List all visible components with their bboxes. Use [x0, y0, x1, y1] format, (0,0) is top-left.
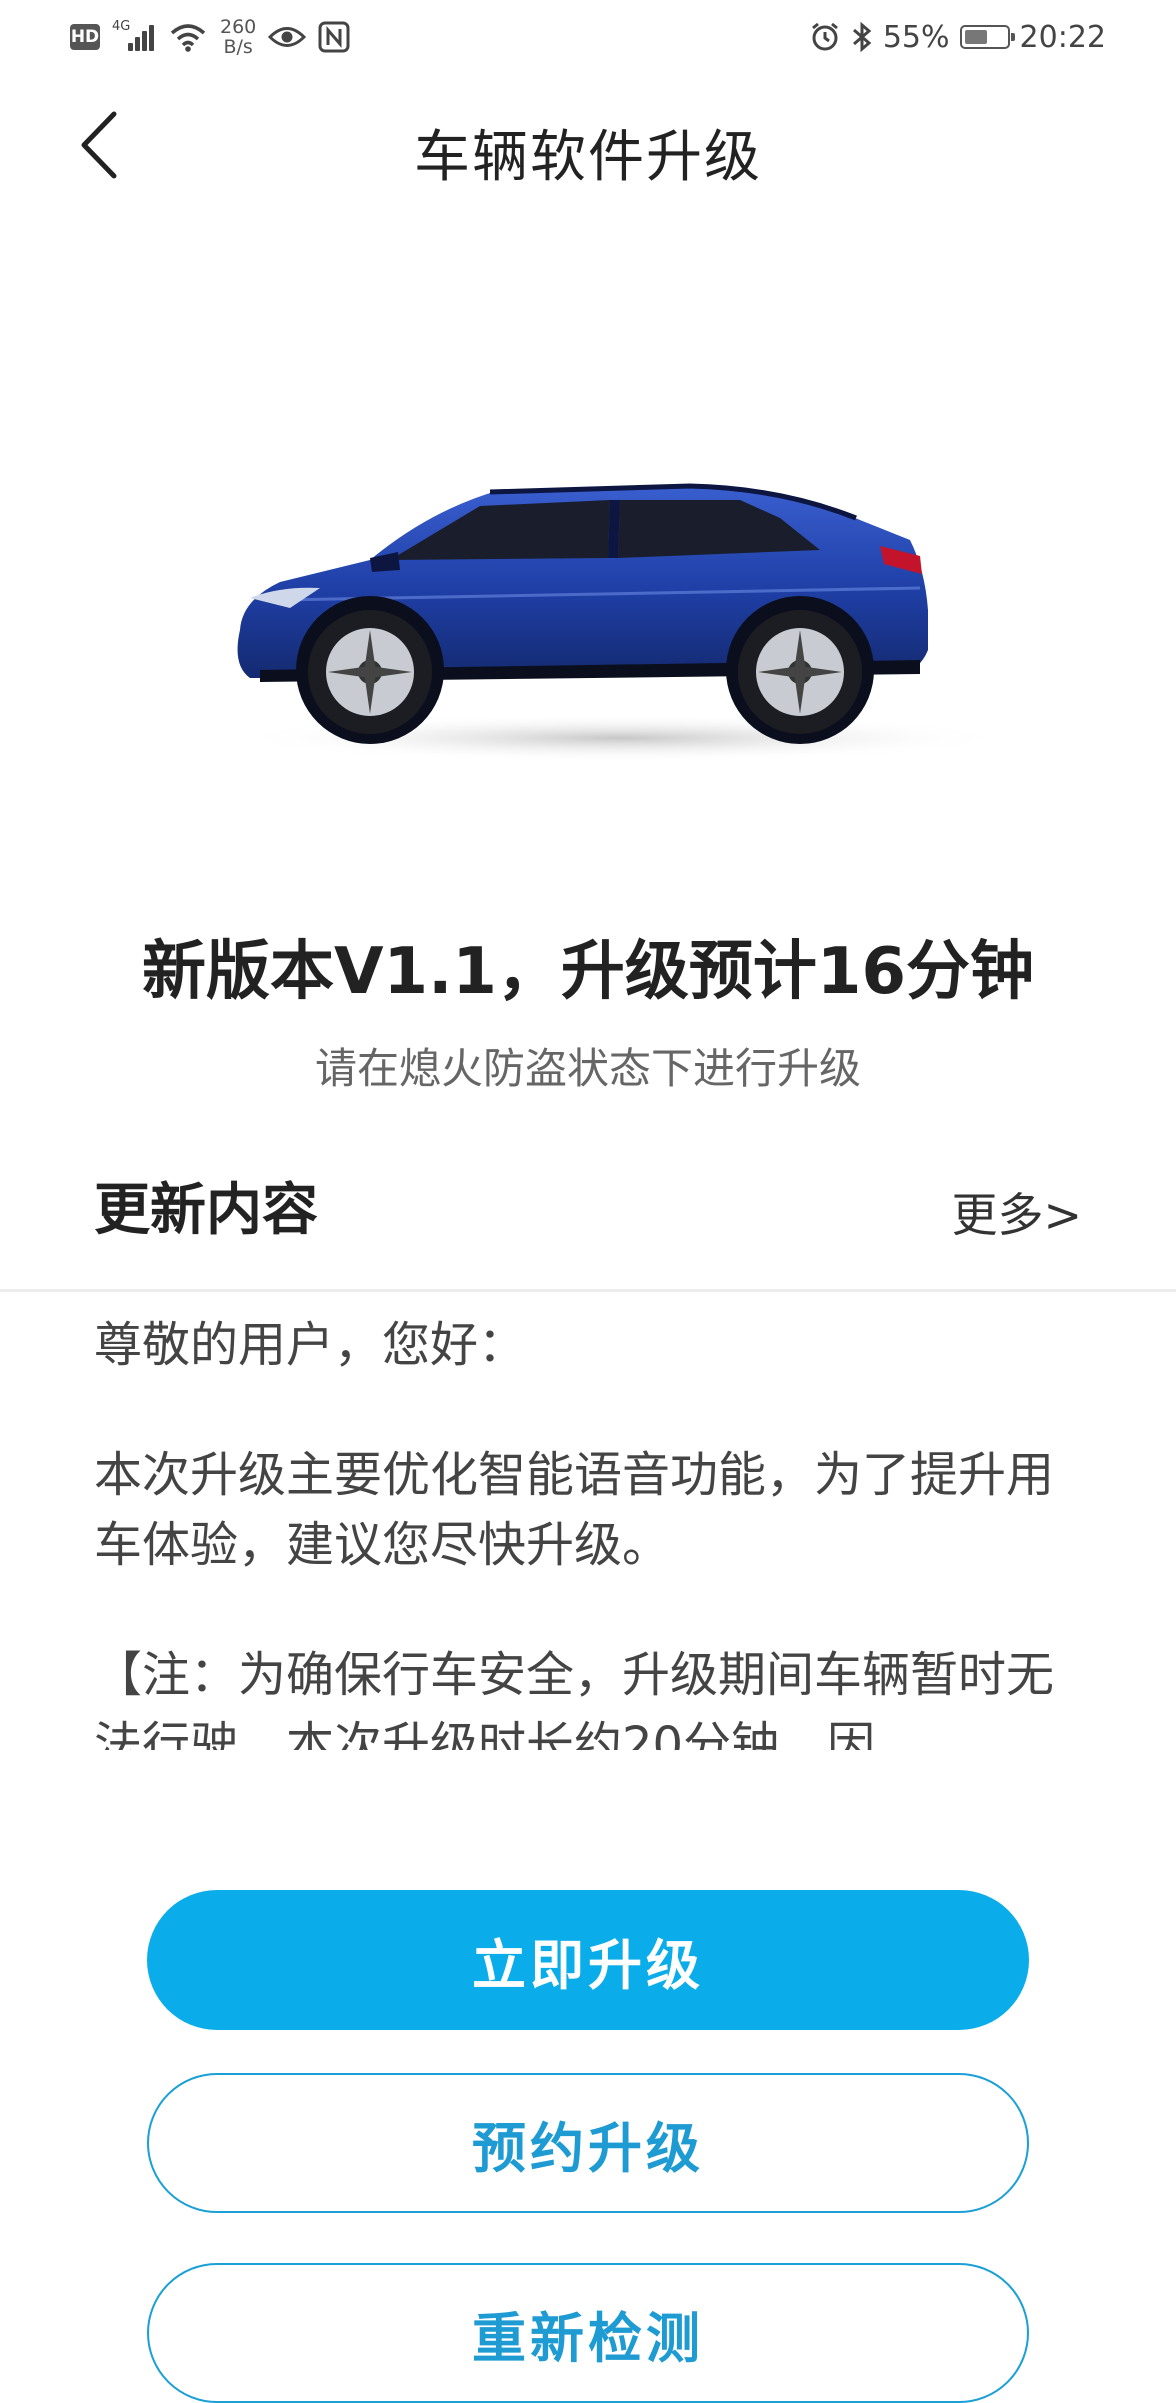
app-header: 车辆软件升级 — [0, 90, 1176, 200]
rear-wheel — [738, 610, 862, 734]
front-wheel — [308, 610, 432, 734]
status-bar-right: 55% 20:22 — [809, 14, 1106, 60]
car-image — [220, 460, 1010, 780]
battery-icon — [959, 25, 1015, 49]
speed-unit: B/s — [223, 36, 253, 58]
status-bar: HD 4G 260 B/s 55% 20:22 — [0, 0, 1176, 74]
notes-warning: 【注：为确保行车安全，升级期间车辆暂时无法行驶，本次升级时长约20分钟，因 — [94, 1647, 1055, 1750]
version-subtitle: 请在熄火防盗状态下进行升级 — [314, 1044, 861, 1093]
recheck-button[interactable]: 重新检测 — [147, 2263, 1029, 2403]
more-link[interactable]: 更多> — [951, 1179, 1082, 1245]
version-title: 新版本V1.1，升级预计16分钟 — [142, 935, 1034, 1009]
divider — [0, 1289, 1176, 1292]
update-content-header: 更新内容 更多> — [94, 1165, 1082, 1245]
upgrade-now-button[interactable]: 立即升级 — [147, 1890, 1029, 2030]
wifi-icon — [170, 24, 206, 52]
battery-percent: 55% — [882, 19, 950, 55]
speed-value: 260 — [220, 16, 257, 38]
bluetooth-icon — [852, 21, 872, 53]
notes-body: 本次升级主要优化智能语音功能，为了提升用车体验，建议您尽快升级。 — [94, 1447, 1055, 1573]
network-speed: 260 B/s — [220, 17, 256, 57]
hd-icon: HD — [70, 24, 100, 50]
update-content-title: 更新内容 — [94, 1178, 318, 1243]
clock-time: 20:22 — [1019, 19, 1106, 55]
eye-icon — [268, 27, 307, 47]
alarm-icon — [811, 22, 838, 51]
schedule-upgrade-button[interactable]: 预约升级 — [147, 2073, 1029, 2213]
nfc-icon — [318, 21, 350, 53]
notes-greeting: 尊敬的用户，您好： — [94, 1317, 527, 1373]
page-title: 车辆软件升级 — [414, 125, 762, 190]
status-bar-left: HD 4G 260 B/s — [70, 14, 350, 60]
cell-signal-icon: 4G — [112, 19, 156, 55]
update-notes[interactable]: 尊敬的用户，您好： 本次升级主要优化智能语音功能，为了提升用车体验，建议您尽快升… — [94, 1310, 1076, 1750]
network-type-label: 4G — [112, 19, 131, 34]
